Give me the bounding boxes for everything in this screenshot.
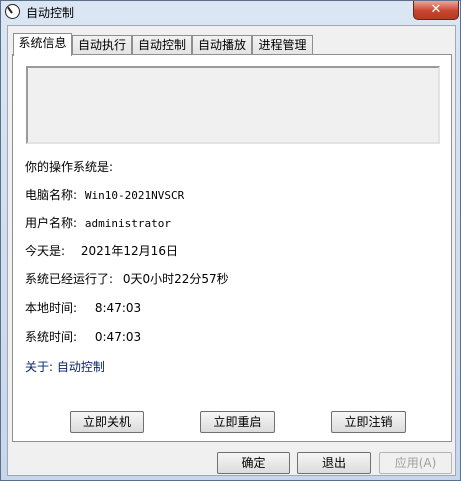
title-bar[interactable]: 自动控制 ✕ <box>1 1 460 23</box>
about-link[interactable]: 关于: 自动控制 <box>25 358 105 375</box>
tab-auto-control[interactable]: 自动控制 <box>132 35 192 55</box>
computer-name-value: Win10-2021NVSCR <box>84 189 185 202</box>
uptime-label: 系统已经运行了: <box>25 272 114 286</box>
today-value: 2021年12月16日 <box>80 244 178 258</box>
window-title: 自动控制 <box>26 6 75 20</box>
dialog-client-area: 系统信息 自动执行 自动控制 自动播放 进程管理 你的操作系统是: 电脑名称: … <box>7 25 456 476</box>
system-time-row: 系统时间: 0:47:03 <box>25 328 141 345</box>
local-time-label: 本地时间: <box>25 301 78 315</box>
clock-icon <box>5 4 20 19</box>
restart-button[interactable]: 立即重启 <box>200 411 275 433</box>
system-time-value: 0:47:03 <box>94 330 142 344</box>
today-label: 今天是: <box>25 244 66 258</box>
local-time-row: 本地时间: 8:47:03 <box>25 299 141 316</box>
shutdown-button[interactable]: 立即关机 <box>70 411 144 433</box>
main-window: 自动控制 ✕ 系统信息 自动执行 自动控制 自动播放 进程管理 你的操作系统是:… <box>0 0 461 481</box>
computer-name-row: 电脑名称: Win10-2021NVSCR <box>25 186 184 203</box>
system-time-label: 系统时间: <box>25 330 78 344</box>
close-button[interactable]: ✕ <box>413 1 459 20</box>
tab-auto-play[interactable]: 自动播放 <box>192 35 252 55</box>
uptime-value: 0天0小时22分57秒 <box>122 272 229 286</box>
system-info-panel: 你的操作系统是: 电脑名称: Win10-2021NVSCR 用户名称: adm… <box>12 54 452 442</box>
os-label: 你的操作系统是: <box>25 160 114 174</box>
logoff-button[interactable]: 立即注销 <box>331 411 406 433</box>
tab-process-manager[interactable]: 进程管理 <box>252 35 313 55</box>
user-name-label: 用户名称: <box>25 216 78 230</box>
local-time-value: 8:47:03 <box>94 301 142 315</box>
info-text-box[interactable] <box>26 66 440 144</box>
tab-auto-execute[interactable]: 自动执行 <box>72 35 132 55</box>
computer-name-label: 电脑名称: <box>25 188 78 202</box>
exit-button[interactable]: 退出 <box>297 452 371 474</box>
user-name-row: 用户名称: administrator <box>25 214 171 231</box>
tab-system-info[interactable]: 系统信息 <box>13 33 72 56</box>
uptime-row: 系统已经运行了: 0天0小时22分57秒 <box>25 270 229 287</box>
today-row: 今天是: 2021年12月16日 <box>25 242 178 259</box>
user-name-value: administrator <box>84 217 171 230</box>
ok-button[interactable]: 确定 <box>217 452 290 474</box>
apply-button[interactable]: 应用(A) <box>379 452 452 474</box>
